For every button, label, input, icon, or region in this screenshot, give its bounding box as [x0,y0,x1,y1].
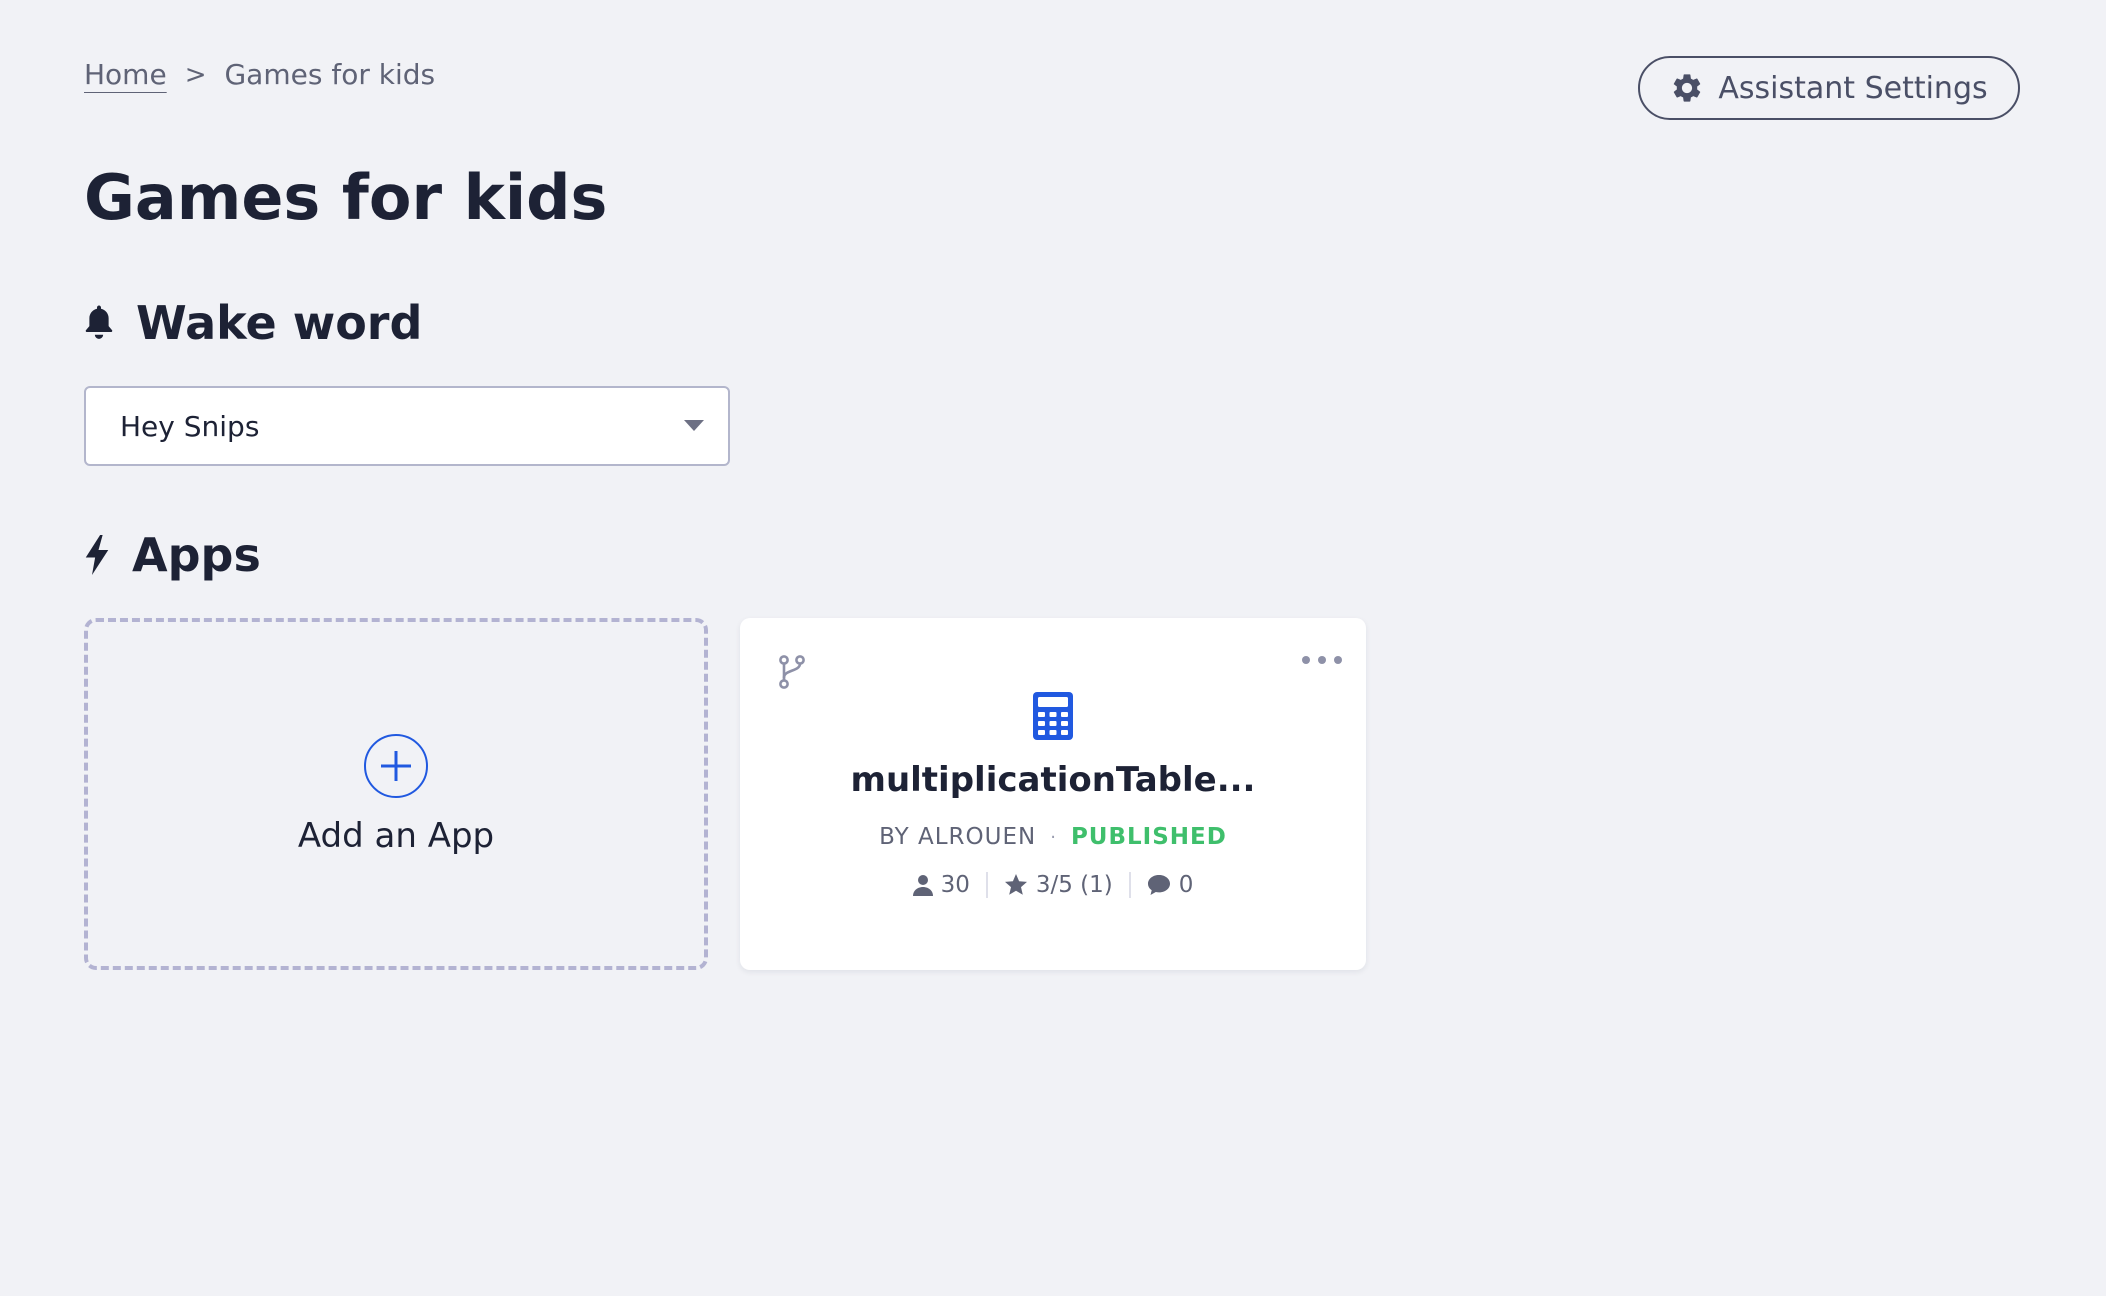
installs-count: 30 [940,872,970,898]
rating-value: 3/5 (1) [1035,872,1113,898]
breadcrumb: Home > Games for kids [84,58,435,91]
apps-heading-label: Apps [132,528,261,582]
assistant-settings-button[interactable]: Assistant Settings [1638,56,2020,120]
gear-icon [1670,71,1704,105]
breadcrumb-home-link[interactable]: Home [84,58,167,91]
wake-word-selected-value: Hey Snips [120,409,260,443]
assistant-settings-label: Assistant Settings [1718,70,1988,106]
app-status-badge: PUBLISHED [1070,824,1227,850]
wake-word-heading-label: Wake word [136,296,423,350]
meta-separator: · [1050,826,1057,848]
chevron-down-icon [684,420,704,431]
page-title: Games for kids [84,161,608,234]
comments-count: 0 [1178,872,1194,898]
add-app-card[interactable]: Add an App [84,618,708,970]
plus-circle-icon [364,734,428,798]
rating-stat: 3/5 (1) [985,872,1129,898]
calculator-icon [1033,692,1073,740]
comments-stat: 0 [1128,872,1210,898]
more-options-icon[interactable] [1300,652,1344,666]
lightning-icon [84,535,110,575]
breadcrumb-current: Games for kids [224,58,436,91]
app-name: multiplicationTable... [850,760,1256,800]
app-meta: BY ALROUEN · PUBLISHED [740,824,1366,850]
add-app-label: Add an App [297,816,495,856]
comment-icon [1147,874,1171,896]
app-stats: 30 3/5 (1) 0 [740,872,1366,898]
breadcrumb-separator: > [184,59,207,90]
bell-icon [84,305,114,341]
app-card[interactable]: multiplicationTable... BY ALROUEN · PUBL… [740,618,1366,970]
apps-heading: Apps [84,528,261,582]
wake-word-select[interactable]: Hey Snips [84,386,730,466]
fork-icon [778,654,806,690]
app-author: BY ALROUEN [879,824,1037,850]
assistant-page: { "breadcrumb": { "home": "Home", "separ… [0,0,2106,1296]
user-icon [912,874,933,896]
wake-word-heading: Wake word [84,296,422,350]
installs-stat: 30 [897,872,986,898]
star-icon [1004,874,1028,896]
